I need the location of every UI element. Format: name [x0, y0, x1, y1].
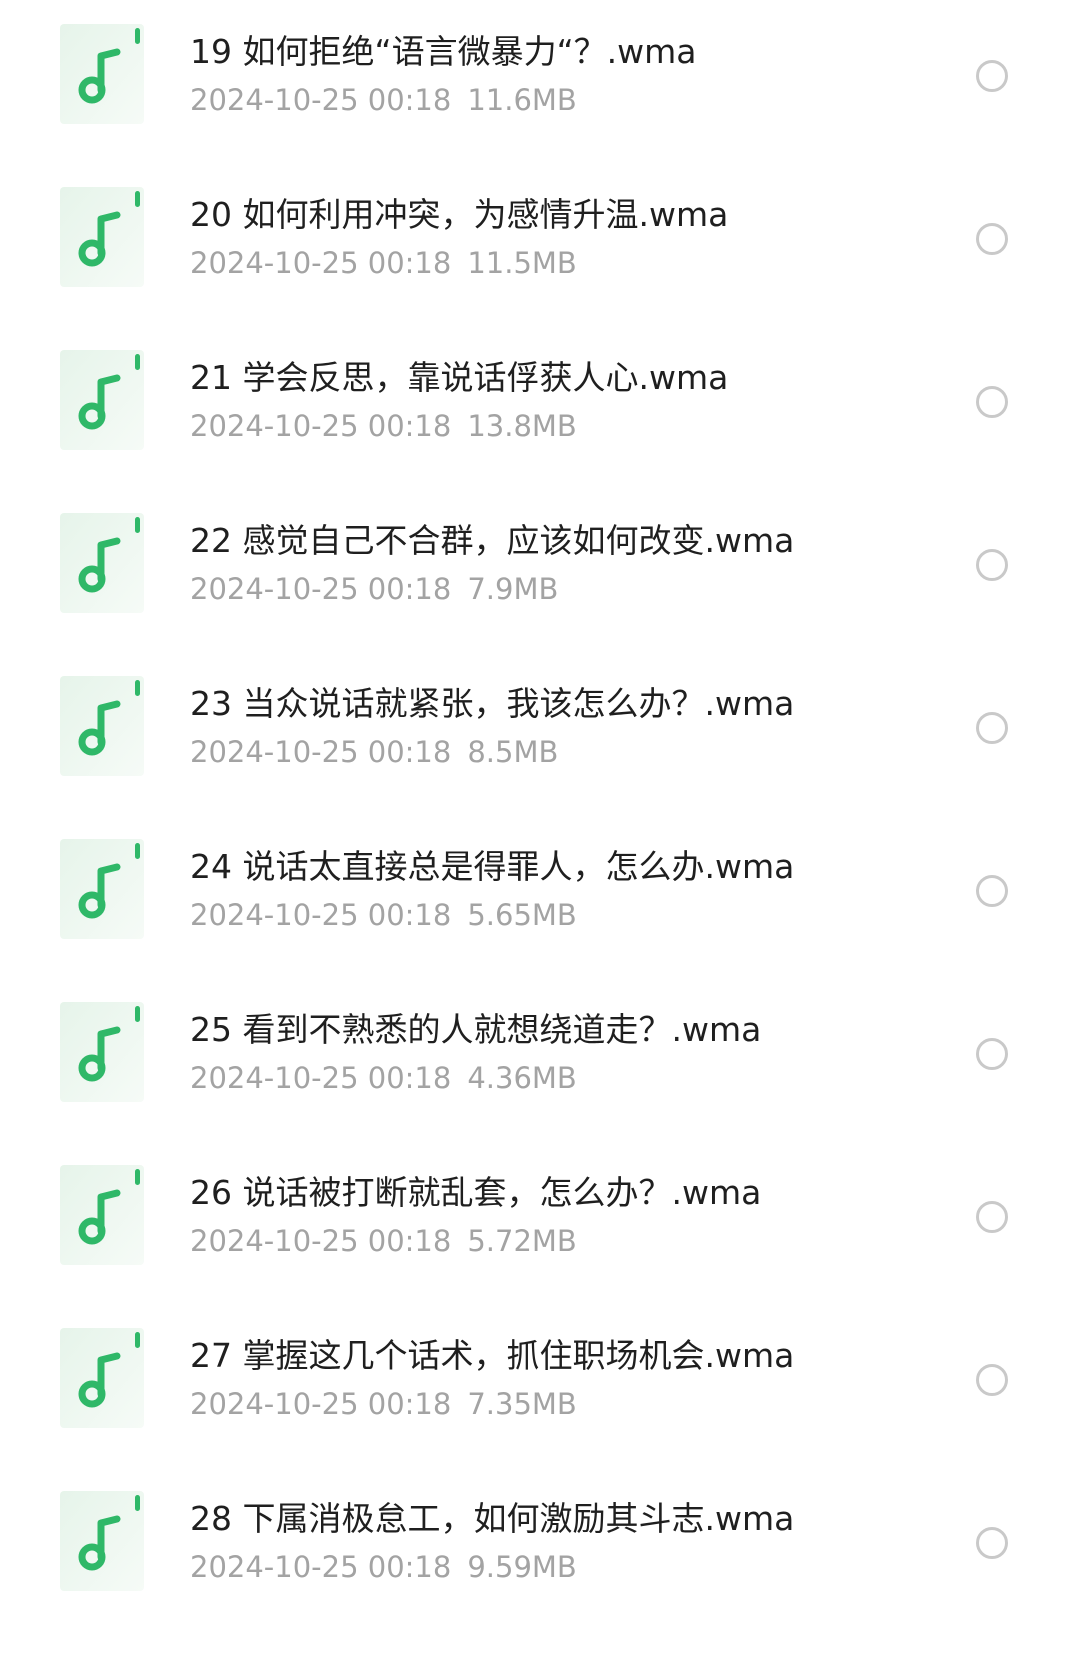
file-row-8[interactable]: 26 说话被打断就乱套，怎么办？.wma 2024-10-25 00:18 5.7…: [0, 1141, 1080, 1299]
music-file-icon: [60, 1328, 148, 1432]
file-row-4[interactable]: 22 感觉自己不合群，应该如何改变.wma 2024-10-25 00:18 7.…: [0, 489, 1080, 647]
file-meta: 2024-10-25 00:18 9.59MB: [190, 1547, 577, 1587]
select-radio-button[interactable]: [976, 60, 1008, 92]
file-size: 13.8MB: [467, 409, 577, 443]
file-row-10[interactable]: 28 下属消极怠工，如何激励其斗志.wma 2024-10-25 00:18 9.…: [0, 1467, 1080, 1625]
select-radio-button[interactable]: [976, 549, 1008, 581]
select-radio-button[interactable]: [976, 875, 1008, 907]
file-date: 2024-10-25 00:18: [190, 1061, 452, 1095]
file-size: 4.36MB: [467, 1061, 577, 1095]
music-file-icon: [60, 676, 148, 780]
file-size: 11.6MB: [467, 83, 577, 117]
file-meta: 2024-10-25 00:18 11.6MB: [190, 80, 577, 120]
file-name: 23 当众说话就紧张，我该怎么办？.wma: [190, 684, 795, 723]
file-name: 28 下属消极怠工，如何激励其斗志.wma: [190, 1499, 795, 1538]
file-meta: 2024-10-25 00:18 7.35MB: [190, 1384, 577, 1424]
file-row-3[interactable]: 21 学会反思，靠说话俘获人心.wma 2024-10-25 00:18 13.8…: [0, 326, 1080, 484]
file-meta: 2024-10-25 00:18 8.5MB: [190, 732, 558, 772]
file-row-9[interactable]: 27 掌握这几个话术，抓住职场机会.wma 2024-10-25 00:18 7.…: [0, 1304, 1080, 1462]
file-date: 2024-10-25 00:18: [190, 83, 452, 117]
file-meta: 2024-10-25 00:18 11.5MB: [190, 243, 577, 283]
select-radio-button[interactable]: [976, 1038, 1008, 1070]
select-radio-button[interactable]: [976, 1527, 1008, 1559]
music-file-icon: [60, 350, 148, 454]
file-date: 2024-10-25 00:18: [190, 572, 452, 606]
file-date: 2024-10-25 00:18: [190, 735, 452, 769]
file-row-7[interactable]: 25 看到不熟悉的人就想绕道走？.wma 2024-10-25 00:18 4.3…: [0, 978, 1080, 1136]
file-name: 20 如何利用冲突，为感情升温.wma: [190, 195, 729, 234]
select-radio-button[interactable]: [976, 1364, 1008, 1396]
music-file-icon: [60, 513, 148, 617]
file-date: 2024-10-25 00:18: [190, 1387, 452, 1421]
file-name: 27 掌握这几个话术，抓住职场机会.wma: [190, 1336, 795, 1375]
file-date: 2024-10-25 00:18: [190, 898, 452, 932]
file-name: 26 说话被打断就乱套，怎么办？.wma: [190, 1173, 762, 1212]
file-list: 19 如何拒绝“语言微暴力“？.wma 2024-10-25 00:18 11.6…: [0, 0, 1080, 1662]
file-size: 7.9MB: [467, 572, 559, 606]
select-radio-button[interactable]: [976, 386, 1008, 418]
file-row-1[interactable]: 19 如何拒绝“语言微暴力“？.wma 2024-10-25 00:18 11.6…: [0, 0, 1080, 158]
file-date: 2024-10-25 00:18: [190, 1224, 452, 1258]
select-radio-button[interactable]: [976, 712, 1008, 744]
file-name: 19 如何拒绝“语言微暴力“？.wma: [190, 32, 697, 71]
select-radio-button[interactable]: [976, 1201, 1008, 1233]
music-file-icon: [60, 24, 148, 128]
file-size: 5.65MB: [467, 898, 577, 932]
file-meta: 2024-10-25 00:18 13.8MB: [190, 406, 577, 446]
file-meta: 2024-10-25 00:18 4.36MB: [190, 1058, 577, 1098]
file-date: 2024-10-25 00:18: [190, 1550, 452, 1584]
file-name: 21 学会反思，靠说话俘获人心.wma: [190, 358, 729, 397]
file-name: 24 说话太直接总是得罪人，怎么办.wma: [190, 847, 795, 886]
file-name: 22 感觉自己不合群，应该如何改变.wma: [190, 521, 795, 560]
file-meta: 2024-10-25 00:18 5.65MB: [190, 895, 577, 935]
music-file-icon: [60, 1491, 148, 1595]
file-name: 25 看到不熟悉的人就想绕道走？.wma: [190, 1010, 762, 1049]
file-size: 9.59MB: [467, 1550, 577, 1584]
music-file-icon: [60, 1002, 148, 1106]
file-size: 5.72MB: [467, 1224, 577, 1258]
file-row-6[interactable]: 24 说话太直接总是得罪人，怎么办.wma 2024-10-25 00:18 5.…: [0, 815, 1080, 973]
file-date: 2024-10-25 00:18: [190, 246, 452, 280]
file-meta: 2024-10-25 00:18 7.9MB: [190, 569, 558, 609]
file-date: 2024-10-25 00:18: [190, 409, 452, 443]
file-size: 11.5MB: [467, 246, 577, 280]
select-radio-button[interactable]: [976, 223, 1008, 255]
music-file-icon: [60, 1165, 148, 1269]
file-size: 7.35MB: [467, 1387, 577, 1421]
file-row-2[interactable]: 20 如何利用冲突，为感情升温.wma 2024-10-25 00:18 11.5…: [0, 163, 1080, 321]
music-file-icon: [60, 187, 148, 291]
file-row-5[interactable]: 23 当众说话就紧张，我该怎么办？.wma 2024-10-25 00:18 8.…: [0, 652, 1080, 810]
file-meta: 2024-10-25 00:18 5.72MB: [190, 1221, 577, 1261]
file-size: 8.5MB: [467, 735, 559, 769]
music-file-icon: [60, 839, 148, 943]
